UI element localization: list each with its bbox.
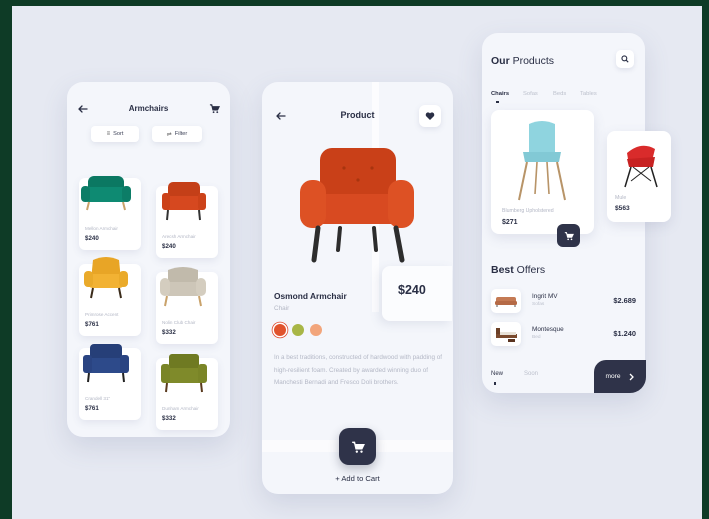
tab-new[interactable]: New — [491, 371, 503, 385]
cart-icon — [351, 441, 365, 453]
products-screen: Our Products Chairs Sofas Beds Tables Bl… — [482, 33, 671, 393]
page-title-rest: Products — [509, 55, 555, 67]
product-name: Nolin Club Chair — [162, 320, 196, 325]
product-name: Primrose Accent — [85, 312, 119, 317]
section-title-rest: Offers — [513, 264, 546, 276]
search-button[interactable] — [616, 50, 634, 68]
product-category: Chair — [274, 305, 290, 312]
product-card[interactable]: Nolin Club Chair $332 — [156, 267, 218, 344]
catalog-header: Armchairs — [67, 102, 230, 118]
armchair-image — [81, 176, 131, 211]
sort-label: Sort — [113, 131, 124, 137]
tab-soon[interactable]: Soon — [524, 371, 538, 377]
product-description: In a best traditions, constructed of har… — [274, 354, 443, 386]
product-card[interactable]: Dunham Armchair $332 — [156, 354, 218, 430]
page-title-bold: Our — [491, 55, 510, 67]
canvas: Armchairs ≡ Sort ⇌ Filter Mellon Armchai… — [12, 6, 702, 519]
product-price: $271 — [502, 219, 518, 226]
product-price: $332 — [162, 415, 176, 422]
product-card[interactable]: Mule $563 — [607, 131, 671, 222]
price-box: $240 — [382, 266, 452, 321]
add-to-cart-label[interactable]: + Add to Cart — [262, 474, 453, 483]
offer-thumbnail — [491, 289, 521, 313]
tab-sofas[interactable]: Sofas — [523, 91, 538, 97]
product-name: Mule — [615, 195, 627, 201]
offer-name: Ingrit MV — [532, 293, 558, 300]
armchair-image — [84, 257, 128, 299]
offer-thumbnail — [491, 322, 521, 346]
armchair-image — [161, 354, 207, 393]
armchair-image — [160, 267, 206, 307]
heart-icon — [425, 112, 435, 120]
filter-label: Filter — [174, 131, 188, 137]
bed-image — [496, 328, 517, 342]
armchair-image — [162, 182, 206, 221]
search-icon — [621, 55, 629, 63]
product-name: Blumberg Upholstered — [502, 208, 554, 214]
tab-beds[interactable]: Beds — [553, 91, 566, 97]
product-price: $332 — [162, 329, 176, 336]
product-price: $761 — [85, 321, 99, 328]
filter-icon: ⇌ — [166, 131, 172, 138]
section-title-bold: Best — [491, 264, 514, 276]
product-price: $240 — [85, 235, 99, 242]
product-card[interactable]: Crandell 31" $761 — [79, 344, 141, 420]
tab-tables[interactable]: Tables — [580, 91, 597, 97]
product-name: Dunham Armchair — [162, 406, 199, 411]
add-to-cart-button[interactable] — [557, 224, 580, 247]
product-card[interactable]: Primrose Accent $761 — [79, 257, 141, 336]
product-detail-screen: Product $240 Osmond Armchair Chair In a … — [262, 82, 453, 494]
add-to-cart-button[interactable] — [339, 428, 376, 465]
cart-icon — [564, 231, 574, 240]
sort-button[interactable]: ≡ Sort — [91, 126, 139, 142]
product-name: Osmond Armchair — [274, 291, 347, 301]
filter-button[interactable]: ⇌ Filter — [152, 126, 202, 142]
offer-item[interactable]: Ingrit MV Sofas $2.689 — [491, 289, 636, 315]
more-label: more — [605, 373, 621, 380]
offer-category: Sofas — [532, 302, 545, 307]
offer-category: Bed — [532, 335, 541, 340]
product-price: $761 — [85, 405, 99, 412]
section-title: Best Offers — [491, 264, 545, 276]
page-title: Our Products — [491, 55, 554, 67]
favorite-button[interactable] — [419, 105, 441, 127]
chair-image — [624, 145, 658, 188]
offer-name: Montesque — [532, 326, 564, 333]
product-name: Arecsh Armchair — [162, 234, 196, 239]
color-swatch-peach[interactable] — [310, 324, 322, 336]
color-swatch-green[interactable] — [292, 324, 304, 336]
tab-chairs[interactable]: Chairs — [491, 91, 509, 103]
armchair-image — [83, 344, 129, 383]
page-title: Armchairs — [128, 104, 169, 113]
product-name: Crandell 31" — [85, 396, 111, 401]
featured-product-card[interactable]: Blumberg Upholstered $271 — [491, 110, 594, 234]
product-name: Mellon Armchair — [85, 226, 118, 231]
product-price: $563 — [615, 205, 630, 212]
offer-price: $2.689 — [613, 296, 636, 305]
catalog-screen: Armchairs ≡ Sort ⇌ Filter Mellon Armchai… — [67, 82, 230, 437]
product-card[interactable]: Arecsh Armchair $240 — [156, 182, 218, 258]
color-swatch-orange[interactable] — [274, 324, 286, 336]
product-price: $240 — [162, 243, 176, 250]
more-button[interactable]: more — [594, 360, 646, 393]
offer-item[interactable]: Montesque Bed $1.240 — [491, 322, 636, 348]
product-armchair-image — [300, 148, 414, 263]
product-price: $240 — [398, 283, 426, 297]
offer-price: $1.240 — [613, 329, 636, 338]
chevron-right-icon — [629, 373, 634, 380]
chair-image — [518, 121, 566, 201]
product-card[interactable]: Mellon Armchair $240 — [79, 176, 141, 250]
sofa-image — [495, 297, 517, 307]
sort-icon: ≡ — [106, 131, 111, 137]
cart-icon[interactable] — [209, 103, 220, 114]
